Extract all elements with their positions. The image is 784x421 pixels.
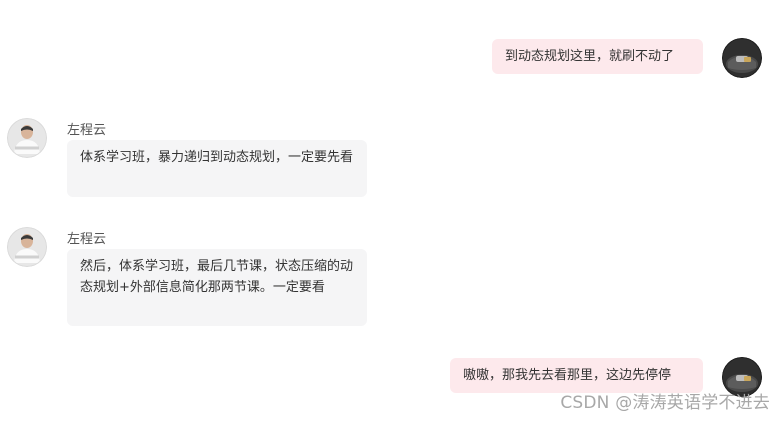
- sender-avatar-image: [7, 227, 47, 267]
- message-text: 然后，体系学习班，最后几节课，状态压缩的动态规划+外部信息简化那两节课。一定要看: [80, 259, 354, 295]
- message-bubble-self: 到动态规划这里，就刷不动了: [492, 39, 703, 74]
- sender-avatar-image: [7, 118, 47, 158]
- message-bubble-other: 然后，体系学习班，最后几节课，状态压缩的动态规划+外部信息简化那两节课。一定要看: [67, 249, 367, 326]
- sender-avatar[interactable]: [7, 118, 47, 158]
- message-bubble-other: 体系学习班，暴力递归到动态规划，一定要先看: [67, 140, 367, 197]
- message-text: 嗷嗷，那我先去看那里，这边先停停: [463, 368, 672, 383]
- sender-avatar[interactable]: [7, 227, 47, 267]
- self-avatar-image: [722, 38, 762, 78]
- message-text: 体系学习班，暴力递归到动态规划，一定要先看: [80, 150, 354, 165]
- csdn-watermark: CSDN @涛涛英语学不进去: [560, 393, 770, 413]
- chat-window: 到动态规划这里，就刷不动了 左程云 体系学习班，暴力递归到动态规划，一定要先看 …: [0, 0, 784, 421]
- sender-name: 左程云: [67, 232, 107, 247]
- sender-name: 左程云: [67, 123, 107, 138]
- message-text: 到动态规划这里，就刷不动了: [505, 49, 675, 64]
- self-avatar[interactable]: [722, 38, 762, 78]
